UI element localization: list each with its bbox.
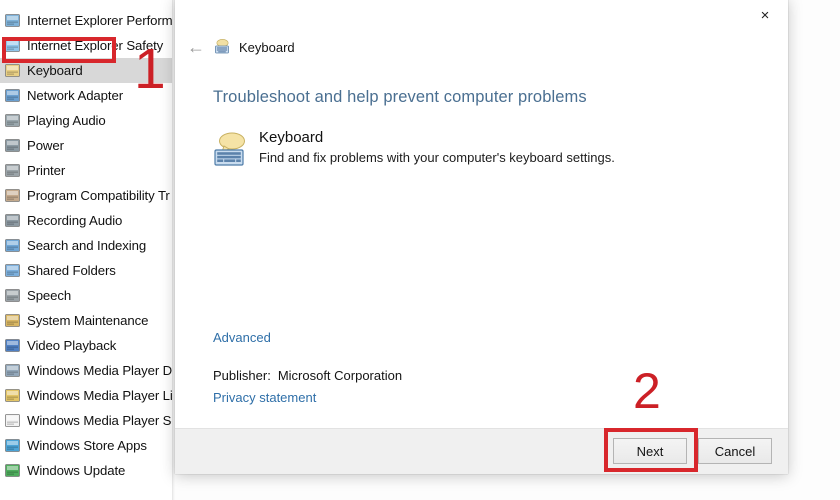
internet-explorer-icon <box>5 13 21 29</box>
internet-explorer-safety-icon <box>5 38 21 54</box>
troubleshooter-summary: Keyboard Find and fix problems with your… <box>211 128 751 170</box>
keyboard-icon-large <box>211 130 251 170</box>
media-player-library-icon <box>5 388 21 404</box>
sidebar-item-windows-store-apps[interactable]: Windows Store Apps <box>0 433 174 458</box>
sidebar-item-windows-media-player-dv[interactable]: Windows Media Player DV <box>0 358 174 383</box>
sidebar-item-label: Speech <box>27 287 72 303</box>
sidebar-item-video-playback[interactable]: Video Playback <box>0 333 174 358</box>
sidebar-item-network-adapter[interactable]: Network Adapter <box>0 83 174 108</box>
sidebar-item-label: Recording Audio <box>27 212 123 228</box>
sidebar-item-playing-audio[interactable]: Playing Audio <box>0 108 174 133</box>
sidebar-item-windows-media-player-se[interactable]: Windows Media Player Se <box>0 408 174 433</box>
close-icon[interactable]: × <box>748 2 782 28</box>
sidebar-item-speech[interactable]: Speech <box>0 283 174 308</box>
sidebar-item-label: Printer <box>27 162 66 178</box>
sidebar-item-label: Search and Indexing <box>27 237 147 253</box>
dialog-nav-row: ← Keyboard <box>175 34 788 60</box>
sidebar-item-label: Video Playback <box>27 337 117 353</box>
sidebar-item-shared-folders[interactable]: Shared Folders <box>0 258 174 283</box>
sidebar-item-label: Windows Media Player DV <box>27 362 174 378</box>
sidebar-item-system-maintenance[interactable]: System Maintenance <box>0 308 174 333</box>
sidebar-item-label: Program Compatibility Tr <box>27 187 170 203</box>
dialog-heading: Troubleshoot and help prevent computer p… <box>213 88 587 106</box>
sidebar-item-recording-audio[interactable]: Recording Audio <box>0 208 174 233</box>
sidebar-item-internet-explorer-performa[interactable]: Internet Explorer Performa <box>0 8 174 33</box>
sidebar-item-label: Windows Update <box>27 462 126 478</box>
sidebar-item-windows-media-player-lib[interactable]: Windows Media Player Lib <box>0 383 174 408</box>
dialog-footer: Next Cancel <box>175 428 788 474</box>
speech-icon <box>5 288 21 304</box>
keyboard-icon <box>5 63 21 79</box>
playing-audio-icon <box>5 113 21 129</box>
windows-update-icon <box>5 463 21 479</box>
cancel-button[interactable]: Cancel <box>698 438 772 464</box>
back-arrow-icon[interactable]: ← <box>183 35 209 59</box>
recording-audio-icon <box>5 213 21 229</box>
sidebar-item-search-and-indexing[interactable]: Search and Indexing <box>0 233 174 258</box>
troubleshooter-list[interactable]: Internet Explorer Performa Internet Explo… <box>0 0 174 500</box>
troubleshooter-name: Keyboard <box>259 129 324 146</box>
troubleshooter-dialog: × ← Keyboard Troubleshoot and help preve… <box>175 0 788 474</box>
sidebar-item-power[interactable]: Power <box>0 133 174 158</box>
troubleshooter-text: Keyboard Find and fix problems with your… <box>259 128 615 167</box>
dialog-titlebar: × <box>175 0 788 32</box>
next-button[interactable]: Next <box>613 438 687 464</box>
screenshot-root: Internet Explorer Performa Internet Explo… <box>0 0 840 500</box>
network-adapter-icon <box>5 88 21 104</box>
sidebar-item-label: Power <box>27 137 64 153</box>
windows-store-apps-icon <box>5 438 21 454</box>
privacy-statement-link[interactable]: Privacy statement <box>213 390 316 405</box>
sidebar-item-label: Internet Explorer Safety <box>27 37 164 53</box>
sidebar-item-internet-explorer-safety[interactable]: Internet Explorer Safety <box>0 33 174 58</box>
media-player-dvd-icon <box>5 363 21 379</box>
search-indexing-icon <box>5 238 21 254</box>
sidebar-item-program-compatibility-tr[interactable]: Program Compatibility Tr <box>0 183 174 208</box>
system-maintenance-icon <box>5 313 21 329</box>
sidebar-item-keyboard[interactable]: Keyboard <box>0 58 174 83</box>
sidebar-item-windows-update[interactable]: Windows Update <box>0 458 174 483</box>
publisher-label: Publisher: <box>213 368 271 383</box>
publisher-value: Microsoft Corporation <box>277 368 403 383</box>
troubleshooter-description: Find and fix problems with your computer… <box>259 150 615 165</box>
power-icon <box>5 138 21 154</box>
sidebar-item-label: System Maintenance <box>27 312 149 328</box>
dialog-nav-title: Keyboard <box>239 39 295 55</box>
sidebar-item-printer[interactable]: Printer <box>0 158 174 183</box>
sidebar-item-label: Windows Media Player Se <box>27 412 174 428</box>
sidebar-item-label: Playing Audio <box>27 112 106 128</box>
sidebar-item-label: Windows Media Player Lib <box>27 387 174 403</box>
shared-folders-icon <box>5 263 21 279</box>
program-compatibility-icon <box>5 188 21 204</box>
publisher-line: Publisher: Microsoft Corporation <box>213 368 402 383</box>
media-player-settings-icon <box>5 413 21 429</box>
sidebar-item-label: Internet Explorer Performa <box>27 12 174 28</box>
sidebar-item-label: Keyboard <box>27 62 83 78</box>
video-playback-icon <box>5 338 21 354</box>
advanced-link[interactable]: Advanced <box>213 330 271 345</box>
sidebar-item-label: Network Adapter <box>27 87 123 103</box>
sidebar-item-label: Windows Store Apps <box>27 437 147 453</box>
keyboard-icon-small <box>213 38 231 56</box>
sidebar-item-label: Shared Folders <box>27 262 116 278</box>
printer-icon <box>5 163 21 179</box>
